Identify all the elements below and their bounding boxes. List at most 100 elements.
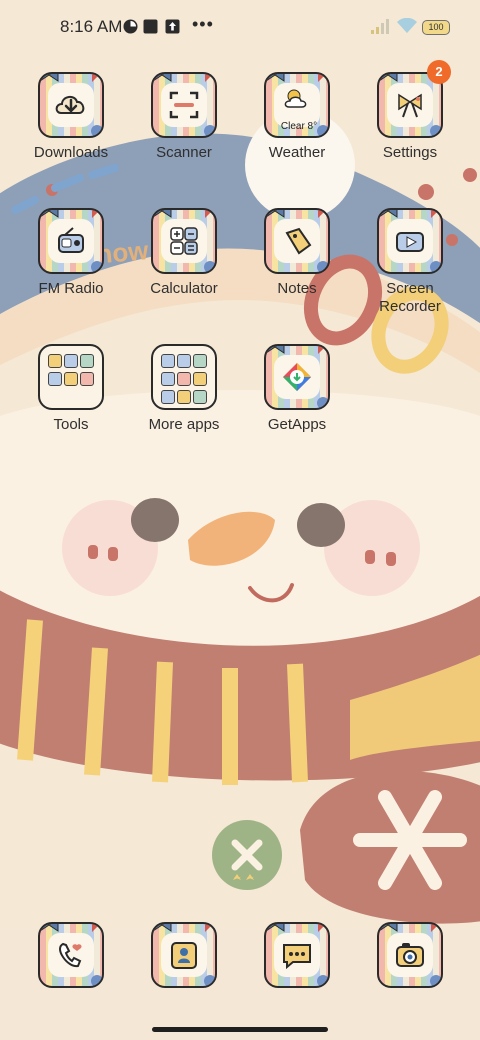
snowflake-decoration-icon: [430, 261, 441, 272]
bow-decoration-icon: [266, 924, 285, 932]
status-bar: 8:16 AM ••• 100: [0, 0, 480, 56]
radio-icon: [58, 227, 84, 253]
app-label: More apps: [148, 416, 220, 433]
snowflake-decoration-icon: [91, 975, 102, 986]
ribbon-decoration-icon: [92, 74, 102, 82]
bow-icon: [398, 93, 422, 118]
ribbon-decoration-icon: [205, 210, 215, 218]
snowflake-decoration-icon: [317, 125, 328, 136]
app-label: Tools: [53, 416, 89, 433]
app-label: Calculator: [150, 280, 218, 297]
app-downloads[interactable]: Downloads: [16, 72, 126, 162]
contacts-tile: [151, 922, 217, 988]
tag-icon: [285, 227, 312, 255]
scan-icon: [169, 91, 199, 119]
notes-tile: [264, 208, 330, 274]
bow-decoration-icon: [266, 346, 285, 354]
ribbon-decoration-icon: [92, 924, 102, 932]
bow-decoration-icon: [40, 924, 59, 932]
phone-icon: [59, 942, 82, 968]
fm-radio-tile: [38, 208, 104, 274]
folder-icon: [151, 344, 217, 410]
battery-icon: 100: [422, 20, 450, 35]
scanner-tile: [151, 72, 217, 138]
getapps-icon: [283, 363, 311, 391]
snowflake-decoration-icon: [317, 397, 328, 408]
folder-tools[interactable]: Tools: [16, 344, 126, 434]
weather-icon: [284, 89, 307, 108]
square-notification-icon: [143, 19, 158, 34]
app-screen-recorder[interactable]: Screen Recorder: [355, 208, 465, 316]
snowflake-decoration-icon: [317, 975, 328, 986]
app-label: FM Radio: [38, 280, 104, 297]
dock-messages[interactable]: [242, 922, 352, 988]
app-getapps[interactable]: GetApps: [242, 344, 352, 434]
app-label: Scanner: [156, 144, 212, 161]
app-label: Screen Recorder: [379, 280, 441, 315]
snowflake-decoration-icon: [430, 975, 441, 986]
ribbon-decoration-icon: [431, 210, 441, 218]
folder-icon: [38, 344, 104, 410]
bow-decoration-icon: [379, 74, 398, 82]
snowflake-decoration-icon: [430, 125, 441, 136]
downloads-tile: [38, 72, 104, 138]
snowflake-decoration-icon: [204, 975, 215, 986]
app-label: Notes: [277, 280, 317, 297]
snowflake-decoration-icon: [317, 261, 328, 272]
app-label: Weather: [268, 144, 326, 161]
app-calculator[interactable]: Calculator: [129, 208, 239, 298]
app-fm-radio[interactable]: FM Radio: [16, 208, 126, 298]
phone-tile: [38, 922, 104, 988]
bow-decoration-icon: [40, 74, 59, 82]
app-label: Settings: [382, 144, 438, 161]
notification-badge: 2: [427, 60, 451, 84]
snowflake-decoration-icon: [91, 125, 102, 136]
dock-contacts[interactable]: [129, 922, 239, 988]
ribbon-decoration-icon: [318, 210, 328, 218]
calculator-icon: [170, 227, 198, 255]
messages-tile: [264, 922, 330, 988]
dock-camera[interactable]: [355, 922, 465, 988]
signal-icon: [371, 19, 389, 34]
bow-decoration-icon: [153, 210, 172, 218]
bow-decoration-icon: [153, 74, 172, 82]
screen-recorder-tile: [377, 208, 443, 274]
app-settings[interactable]: 2 Settings: [355, 60, 465, 162]
app-notification-icon: [123, 19, 138, 34]
app-notes[interactable]: Notes: [242, 208, 352, 298]
more-notifications-icon: •••: [192, 14, 214, 34]
bow-decoration-icon: [266, 210, 285, 218]
contacts-icon: [171, 942, 197, 969]
video-icon: [396, 232, 424, 252]
weather-tile: Clear 8°: [264, 72, 330, 138]
ribbon-decoration-icon: [318, 924, 328, 932]
ribbon-decoration-icon: [318, 74, 328, 82]
ribbon-decoration-icon: [92, 210, 102, 218]
app-label: Downloads: [33, 144, 109, 161]
bow-decoration-icon: [266, 74, 285, 82]
upload-icon: [165, 19, 180, 34]
ribbon-decoration-icon: [205, 74, 215, 82]
messages-icon: [283, 944, 311, 970]
folder-more-apps[interactable]: More apps: [129, 344, 239, 434]
ribbon-decoration-icon: [205, 924, 215, 932]
dock-phone[interactable]: [16, 922, 126, 988]
bow-decoration-icon: [153, 924, 172, 932]
camera-icon: [396, 943, 424, 967]
clock: 8:16 AM: [60, 17, 123, 36]
app-weather[interactable]: Clear 8° Weather: [242, 72, 352, 162]
snowflake-decoration-icon: [91, 261, 102, 272]
bow-decoration-icon: [40, 210, 59, 218]
ribbon-decoration-icon: [318, 346, 328, 354]
bow-decoration-icon: [379, 924, 398, 932]
getapps-tile: [264, 344, 330, 410]
ribbon-decoration-icon: [431, 924, 441, 932]
gesture-navigation-bar[interactable]: [152, 1027, 328, 1032]
snowflake-decoration-icon: [204, 125, 215, 136]
snowflake-decoration-icon: [204, 261, 215, 272]
camera-tile: [377, 922, 443, 988]
app-scanner[interactable]: Scanner: [129, 72, 239, 162]
battery-level: 100: [428, 22, 444, 32]
app-label: GetApps: [267, 416, 327, 433]
wifi-icon: [397, 18, 417, 33]
